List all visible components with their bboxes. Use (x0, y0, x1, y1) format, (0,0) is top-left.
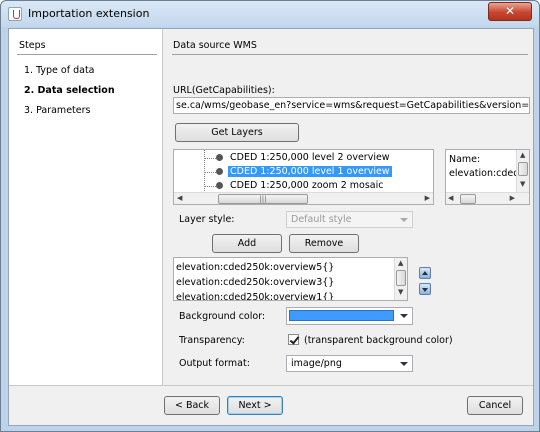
layer-item-selected[interactable]: CDED 1:250,000 level 1 overview (174, 162, 429, 179)
move-up-button[interactable] (419, 267, 431, 279)
tree-leaf-icon (216, 168, 223, 175)
chevron-down-icon (400, 314, 408, 318)
scroll-right-icon[interactable]: ▶ (425, 194, 430, 202)
content-separator (172, 54, 528, 55)
scroll-left-icon[interactable]: ◀ (177, 194, 182, 202)
url-input[interactable]: se.ca/wms/geobase_en?service=wms&request… (173, 97, 530, 114)
selected-styles-list[interactable]: elevation:cded250k:overview5{} elevation… (173, 257, 408, 301)
background-color-label: Background color: (179, 311, 266, 322)
get-layers-button[interactable]: Get Layers (175, 123, 299, 142)
dialog-client-area: Steps 1. Type of data 2. Data selection … (8, 28, 534, 426)
layer-tree[interactable]: CDED 1:250,000 level 2 overview CDED 1:2… (173, 149, 434, 205)
arrow-up-icon (422, 271, 428, 275)
layer-label: CDED 1:250,000 level 1 overview (228, 166, 392, 177)
layer-label: CDED 1:250,000 zoom 2 mosaic (230, 180, 384, 191)
transparency-label: Transparency: (179, 335, 245, 346)
background-color-select[interactable] (286, 307, 413, 325)
scroll-thumb[interactable] (518, 162, 528, 176)
tree-leaf-icon (216, 154, 223, 161)
list-item[interactable]: elevation:cded250k:overview5{} (176, 262, 334, 273)
info-hscrollbar[interactable]: ◀ ▶ (446, 192, 529, 204)
scroll-thumb[interactable] (460, 194, 476, 204)
step-parameters: 3. Parameters (24, 105, 91, 116)
transparency-checkbox[interactable] (288, 334, 299, 345)
layer-info-box: Name: elevation:cded ▲ ▼ ◀ ▶ (445, 149, 530, 205)
info-vscrollbar[interactable]: ▲ ▼ (516, 150, 529, 192)
info-name-label: Name: (449, 154, 481, 165)
steps-separator (17, 54, 157, 55)
chevron-down-icon (400, 362, 408, 366)
scroll-up-icon[interactable]: ▲ (520, 151, 525, 159)
step-type-of-data: 1. Type of data (24, 65, 95, 76)
layer-style-label: Layer style: (179, 214, 235, 225)
scroll-up-icon[interactable]: ▲ (398, 259, 403, 267)
cancel-button[interactable]: Cancel (467, 396, 523, 415)
steps-title: Steps (19, 40, 46, 51)
output-format-select[interactable]: image/png (286, 355, 413, 372)
move-down-button[interactable] (419, 283, 431, 295)
scroll-thumb[interactable]: ||| (218, 194, 308, 204)
add-button[interactable]: Add (212, 234, 282, 253)
tree-leaf-icon (216, 182, 223, 189)
title-bar: Importation extension ✕ (1, 1, 539, 27)
layer-style-select: Default style (286, 211, 413, 228)
scroll-right-icon[interactable]: ▶ (510, 194, 515, 202)
content-title: Data source WMS (173, 40, 257, 51)
close-button[interactable]: ✕ (488, 2, 532, 21)
importation-dialog: Importation extension ✕ Steps 1. Type of… (0, 0, 540, 432)
layer-label: CDED 1:250,000 level 2 overview (230, 152, 390, 163)
scroll-left-icon[interactable]: ◀ (448, 194, 453, 202)
layer-tree-hscrollbar[interactable]: ◀ ||| ▶ (174, 192, 433, 204)
java-app-icon (8, 7, 22, 21)
url-label: URL(GetCapabilities): (173, 85, 275, 96)
layer-item[interactable]: CDED 1:250,000 level 2 overview (174, 150, 429, 165)
list-item[interactable]: elevation:cded250k:overview1{} (176, 292, 334, 300)
output-format-value: image/png (291, 358, 342, 369)
layer-item[interactable]: CDED 1:250,000 zoom 2 mosaic (174, 176, 429, 193)
window-title: Importation extension (28, 7, 150, 20)
styles-vscrollbar[interactable]: ▲ ▼ (394, 258, 407, 300)
footer-separator (9, 385, 533, 386)
step-data-selection: 2. Data selection (24, 85, 115, 96)
back-button[interactable]: < Back (164, 396, 220, 415)
list-item[interactable]: elevation:cded250k:overview3{} (176, 277, 334, 288)
transparency-text: (transparent background color) (304, 335, 453, 346)
chevron-down-icon (400, 218, 408, 222)
arrow-down-icon (422, 288, 428, 292)
content-panel: Data source WMS URL(GetCapabilities): se… (164, 29, 534, 385)
layer-style-value: Default style (291, 214, 352, 225)
info-name-value: elevation:cded (449, 168, 520, 179)
remove-button[interactable]: Remove (289, 234, 359, 253)
output-format-label: Output format: (179, 358, 250, 369)
scroll-down-icon[interactable]: ▼ (520, 180, 525, 188)
color-swatch (289, 310, 394, 321)
steps-panel: Steps 1. Type of data 2. Data selection … (9, 29, 163, 385)
next-button[interactable]: Next > (227, 396, 283, 415)
scroll-thumb[interactable] (396, 270, 406, 286)
scroll-down-icon[interactable]: ▼ (398, 288, 403, 296)
